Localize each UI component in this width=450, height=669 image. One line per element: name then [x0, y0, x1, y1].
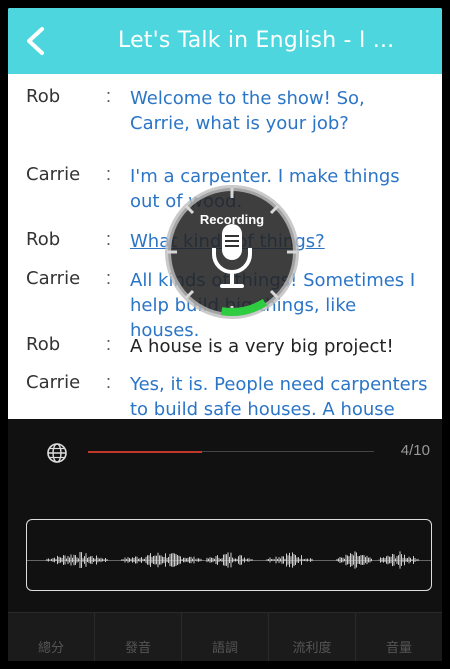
separator-colon: : — [106, 372, 112, 392]
globe-icon[interactable] — [46, 442, 68, 464]
recording-label: Recording — [199, 212, 265, 227]
page-title: Let's Talk in English - I ... — [118, 28, 395, 53]
app-frame: Let's Talk in English - I ... Rob : Welc… — [8, 8, 442, 661]
speaker-name: Carrie — [26, 164, 81, 185]
player-panel: 4/10 總分 發音 語調 流利度 音量 — [8, 419, 442, 661]
tab-pronunciation[interactable]: 發音 — [94, 613, 181, 661]
separator-colon: : — [106, 268, 112, 288]
page-counter: 4/10 — [400, 442, 430, 459]
audio-progress-track[interactable] — [88, 451, 374, 453]
speaker-name: Rob — [26, 334, 61, 355]
tab-total-score[interactable]: 總分 — [8, 613, 94, 661]
recording-dial — [165, 185, 299, 319]
separator-colon: : — [106, 86, 112, 106]
dialog-text[interactable]: Yes, it is. People need carpenters to bu… — [130, 372, 430, 419]
tab-fluency[interactable]: 流利度 — [268, 613, 355, 661]
waveform — [46, 551, 419, 569]
waveform-panel[interactable] — [26, 519, 432, 591]
speaker-name: Rob — [26, 86, 61, 107]
audio-progress-fill — [88, 451, 203, 453]
speaker-name: Carrie — [26, 268, 81, 289]
tab-intonation[interactable]: 語調 — [181, 613, 268, 661]
tab-volume[interactable]: 音量 — [355, 613, 442, 661]
speaker-name: Rob — [26, 229, 61, 250]
speaker-name: Carrie — [26, 372, 81, 393]
dialog-text[interactable]: A house is a very big project! — [130, 334, 430, 359]
separator-colon: : — [106, 164, 112, 184]
recording-overlay[interactable]: Recording — [152, 184, 312, 324]
back-icon[interactable] — [22, 26, 50, 56]
separator-colon: : — [106, 334, 112, 354]
separator-colon: : — [106, 229, 112, 249]
dialog-text[interactable]: Welcome to the show! So, Carrie, what is… — [130, 86, 430, 136]
score-tabs: 總分 發音 語調 流利度 音量 — [8, 612, 442, 661]
header-bar: Let's Talk in English - I ... — [8, 8, 442, 74]
